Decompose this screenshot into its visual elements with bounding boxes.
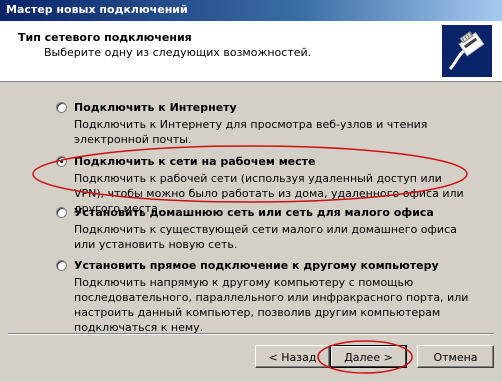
- footer-separator: [8, 333, 494, 335]
- radio-internet[interactable]: [56, 102, 67, 113]
- option-workplace-label[interactable]: Подключить к сети на рабочем месте: [74, 155, 316, 168]
- option-direct-connection-description: Подключить напрямую к другому компьютеру…: [74, 276, 469, 334]
- wizard-header: Тип сетевого подключения Выберите одну и…: [0, 21, 502, 82]
- option-home-network-description: Подключить к существующей сети малого ил…: [74, 223, 457, 251]
- cancel-button[interactable]: Отмена: [417, 345, 494, 368]
- next-button[interactable]: Далее >: [330, 345, 407, 368]
- option-direct-connection-label[interactable]: Установить прямое подключение к другому …: [74, 259, 439, 272]
- option-internet-description: Подключить к Интернету для просмотра веб…: [74, 118, 428, 146]
- radio-direct-connection[interactable]: [56, 260, 67, 271]
- page-title: Тип сетевого подключения: [18, 31, 192, 44]
- back-button[interactable]: < Назад: [255, 345, 330, 368]
- network-cable-icon: [442, 25, 492, 77]
- new-connection-wizard-window: Мастер новых подключений Тип сетевого по…: [0, 0, 502, 382]
- radio-home-network[interactable]: [56, 207, 67, 218]
- option-home-network-label[interactable]: Установить домашнюю сеть или сеть для ма…: [74, 206, 434, 219]
- window-title: Мастер новых подключений: [6, 3, 188, 16]
- title-bar[interactable]: Мастер новых подключений: [0, 0, 502, 21]
- radio-workplace[interactable]: [56, 156, 67, 167]
- option-internet-label[interactable]: Подключить к Интернету: [74, 101, 237, 114]
- page-subtitle: Выберите одну из следующих возможностей.: [44, 46, 312, 59]
